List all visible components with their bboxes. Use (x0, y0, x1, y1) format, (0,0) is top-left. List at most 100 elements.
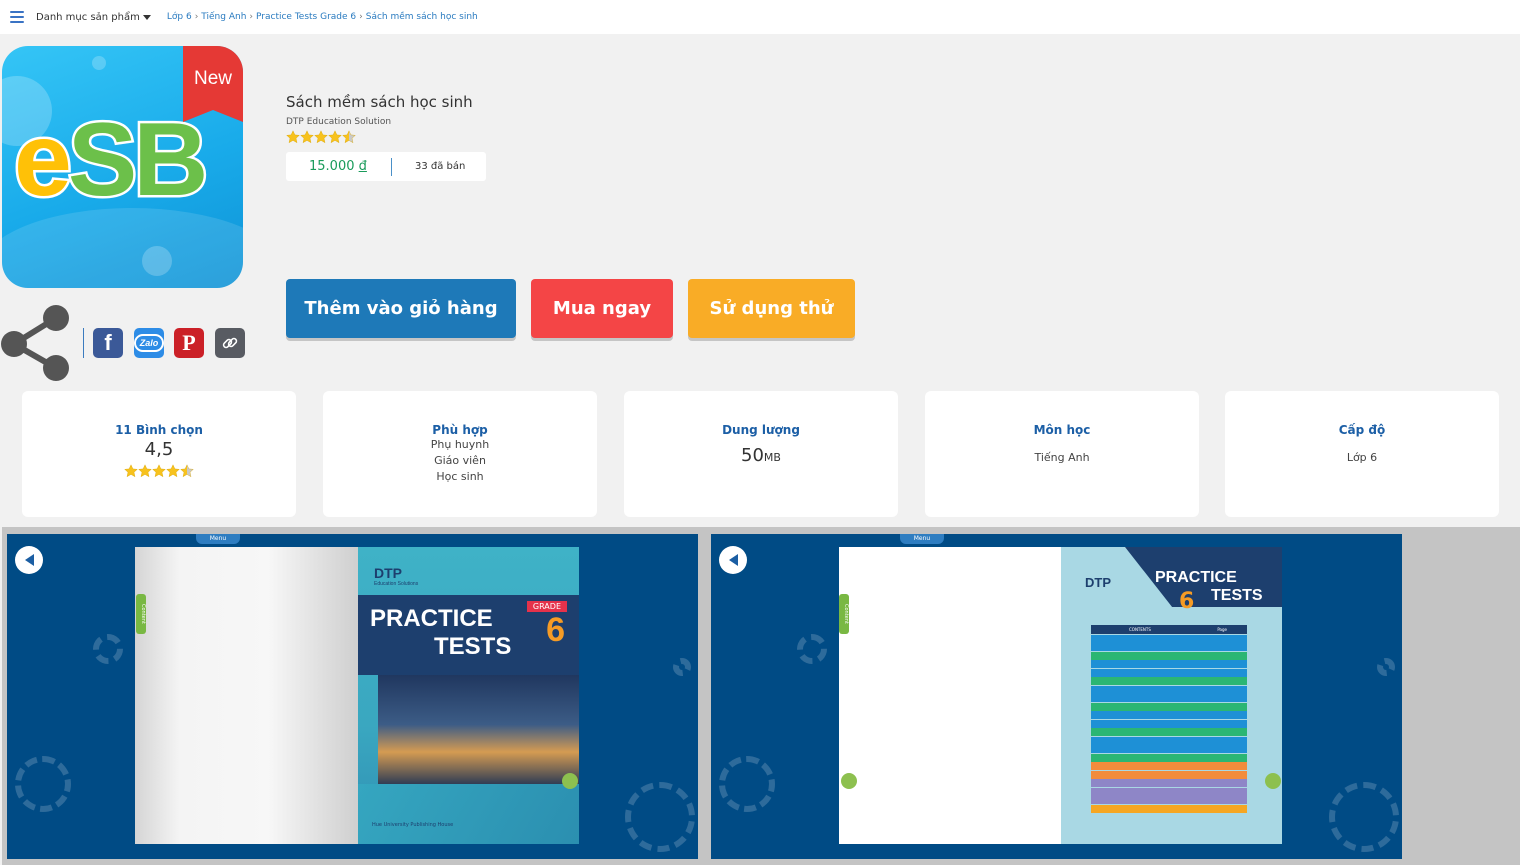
stat-card-votes: 11 Bình chọn 4,5 (22, 391, 296, 517)
toc-grade-number: 6 (1179, 589, 1195, 614)
size-label: Dung lượng (722, 423, 800, 437)
star-icon (286, 130, 300, 144)
book-left-page (135, 547, 358, 844)
breadcrumb: Lớp 6 › Tiếng Anh › Practice Tests Grade… (167, 12, 478, 22)
next-page-icon[interactable] (1265, 773, 1281, 789)
breadcrumb-item[interactable]: Lớp 6 (167, 12, 192, 22)
add-to-cart-button[interactable]: Thêm vào giỏ hàng (286, 279, 516, 338)
toc-row (1091, 728, 1247, 736)
book-cover-page: DTP Education Solutions PRACTICE TESTS GR… (358, 547, 579, 844)
toc-row (1091, 643, 1247, 651)
star-icon (342, 130, 356, 144)
toc-row (1091, 779, 1247, 787)
currency-symbol: đ (358, 159, 367, 174)
stat-card-subject: Môn học Tiếng Anh (925, 391, 1199, 517)
decor-wave (2, 208, 243, 288)
content-tab[interactable]: Content (136, 594, 146, 634)
cover-photo-tower-bridge (378, 675, 579, 785)
suitable-item: Giáo viên (434, 454, 486, 467)
toc-row (1091, 668, 1247, 677)
toc-row (1091, 796, 1247, 804)
esb-logo: eSB (12, 102, 211, 218)
viewer-menu-tab[interactable]: Menu (900, 534, 944, 544)
toc-title-line2: TESTS (1211, 587, 1263, 604)
zalo-share-icon[interactable]: Zalo (133, 328, 165, 358)
product-rating-stars (286, 130, 356, 144)
size-unit: MB (763, 451, 781, 464)
breadcrumb-separator-icon: › (359, 12, 363, 22)
star-icon (300, 130, 314, 144)
next-page-icon[interactable] (562, 773, 578, 789)
size-value: 50MB (741, 445, 781, 466)
cover-title-line2: TESTS (434, 633, 512, 660)
decor-gear-icon (15, 756, 71, 812)
decor-bubble (92, 56, 106, 70)
stat-card-size: Dung lượng 50MB (624, 391, 898, 517)
top-nav: Danh mục sản phẩm Lớp 6 › Tiếng Anh › Pr… (0, 0, 1520, 34)
toc-row (1091, 634, 1247, 643)
content-tab[interactable]: Content (839, 594, 849, 634)
level-label: Cấp độ (1338, 423, 1386, 437)
product-app-icon: eSB New (2, 46, 243, 288)
star-icon (138, 464, 152, 478)
toc-row (1091, 762, 1247, 770)
cover-brand: DTP Education Solutions (374, 565, 419, 587)
share-divider (83, 328, 84, 358)
back-arrow-icon[interactable] (15, 546, 43, 574)
cover-title-line1: PRACTICE (370, 605, 493, 632)
toc-row (1091, 711, 1247, 719)
suitable-label: Phù hợp (432, 423, 488, 437)
breadcrumb-item[interactable]: Tiếng Anh (201, 12, 246, 22)
stat-card-level: Cấp độ Lớp 6 (1225, 391, 1499, 517)
star-icon (166, 464, 180, 478)
cover-grade-number: 6 (546, 611, 565, 649)
decor-gear-icon (93, 634, 123, 664)
breadcrumb-item[interactable]: Practice Tests Grade 6 (256, 12, 356, 22)
share-icon[interactable] (0, 304, 72, 382)
book-preview-viewer-1[interactable]: Menu DTP Education Solutions PRACTICE TES… (7, 534, 698, 859)
pinterest-share-icon[interactable]: P (174, 328, 204, 358)
toc-row (1091, 804, 1247, 813)
star-icon (314, 130, 328, 144)
book-preview-viewer-2[interactable]: Menu DTP PRACTICE 6 TESTS CONTENTS Page C… (711, 534, 1402, 859)
product-title: Sách mềm sách học sinh (286, 93, 473, 111)
toc-brand: DTP (1085, 575, 1111, 590)
copy-link-icon[interactable] (215, 328, 245, 358)
toc-row (1091, 745, 1247, 753)
toc-row (1091, 702, 1247, 711)
breadcrumb-separator-icon: › (194, 12, 199, 22)
votes-value: 4,5 (144, 439, 174, 460)
link-icon (222, 337, 238, 349)
prev-page-icon[interactable] (841, 773, 857, 789)
back-arrow-icon[interactable] (719, 546, 747, 574)
toc-row (1091, 787, 1247, 796)
toc-row (1091, 770, 1247, 779)
product-publisher: DTP Education Solution (286, 117, 392, 127)
viewer-menu-tab[interactable]: Menu (196, 534, 240, 544)
product-price: 15.000 đ (309, 159, 367, 174)
try-button[interactable]: Sử dụng thử (688, 279, 855, 338)
book-left-page (839, 547, 1061, 844)
buy-now-button[interactable]: Mua ngay (531, 279, 673, 338)
breadcrumb-item-current[interactable]: Sách mềm sách học sinh (366, 12, 478, 22)
stat-card-suitable: Phù hợp Phụ huynh Giáo viên Học sinh (323, 391, 597, 517)
toc-row (1091, 685, 1247, 694)
breadcrumb-separator-icon: › (249, 12, 254, 22)
toc-title-line1: PRACTICE (1155, 569, 1237, 586)
new-badge: New (183, 46, 243, 122)
facebook-share-icon[interactable]: f (93, 328, 123, 358)
votes-label: 11 Bình chọn (115, 423, 203, 437)
subject-value: Tiếng Anh (1034, 451, 1090, 464)
star-icon (152, 464, 166, 478)
toc-row (1091, 651, 1247, 660)
suitable-item: Phụ huynh (430, 438, 490, 451)
hamburger-menu-icon[interactable] (10, 11, 24, 23)
category-menu-dropdown[interactable]: Danh mục sản phẩm (36, 12, 151, 23)
toc-row (1091, 694, 1247, 702)
cover-publisher: Hue University Publishing House (372, 822, 454, 828)
toc-row (1091, 736, 1247, 745)
book-contents-page: DTP PRACTICE 6 TESTS CONTENTS Page (1061, 547, 1282, 844)
caret-down-icon (142, 14, 151, 20)
toc-rows (1091, 634, 1247, 813)
decor-gear-icon (1377, 658, 1395, 676)
